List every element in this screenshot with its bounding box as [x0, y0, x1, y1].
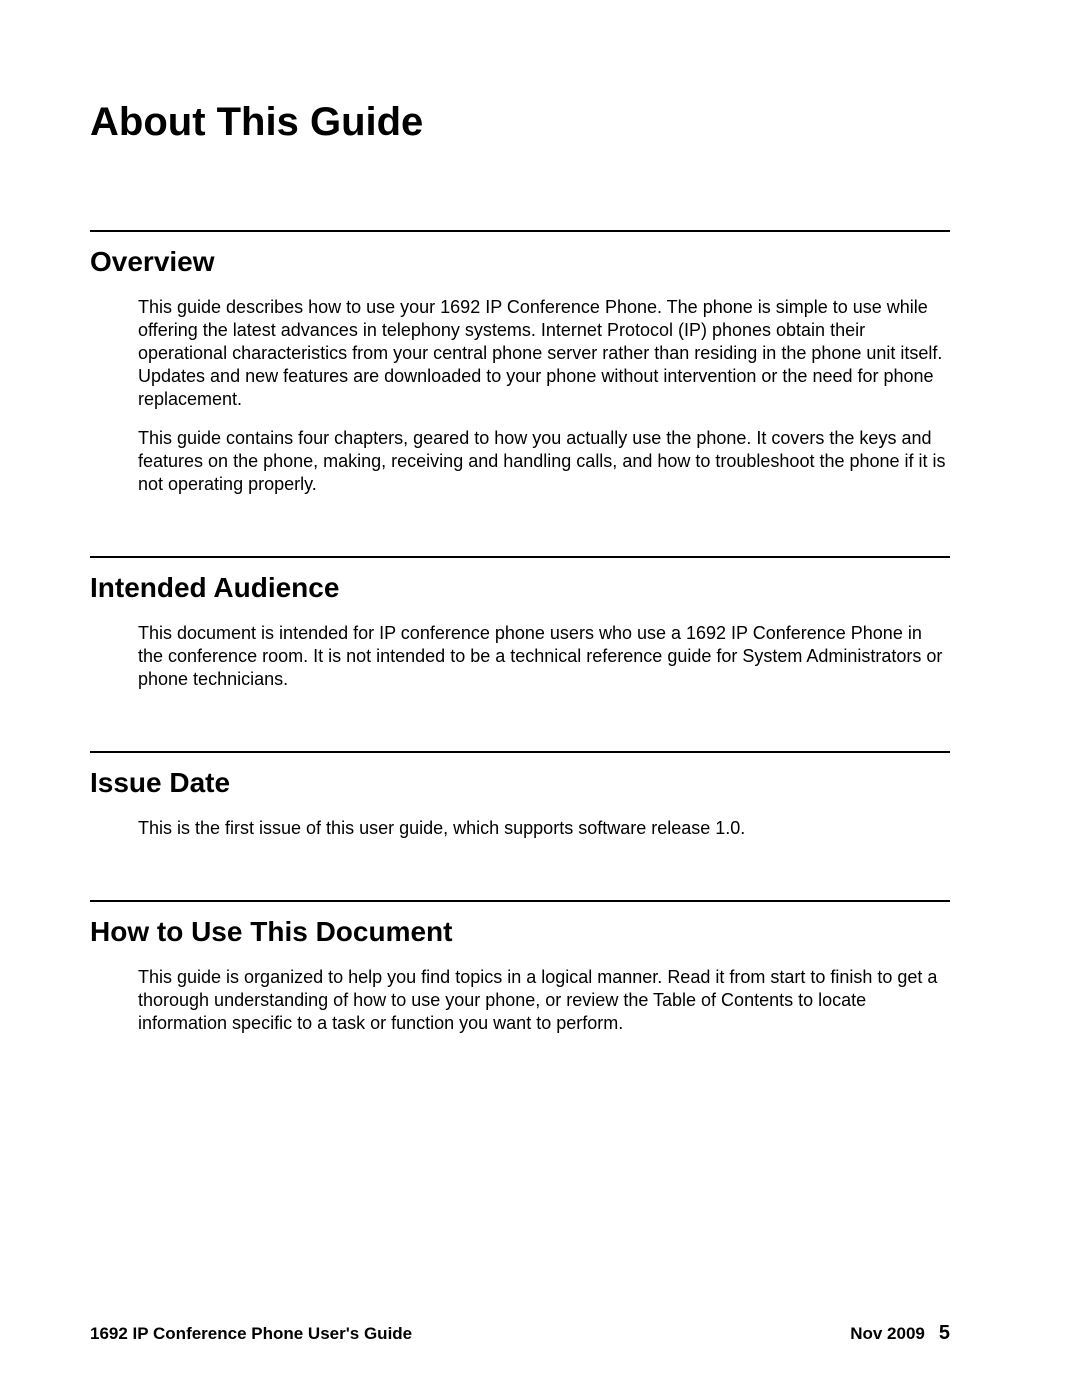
section-heading: How to Use This Document [90, 916, 950, 948]
section-overview: Overview This guide describes how to use… [90, 230, 950, 496]
body-paragraph: This guide describes how to use your 169… [138, 296, 950, 411]
body-paragraph: This guide contains four chapters, geare… [138, 427, 950, 496]
footer-doc-title: 1692 IP Conference Phone User's Guide [90, 1324, 412, 1344]
section-rule [90, 230, 950, 232]
page-footer: 1692 IP Conference Phone User's Guide No… [90, 1322, 950, 1345]
section-heading: Overview [90, 246, 950, 278]
chapter-title: About This Guide [90, 100, 950, 145]
body-paragraph: This is the first issue of this user gui… [138, 817, 950, 840]
footer-date: Nov 2009 [850, 1324, 925, 1344]
body-paragraph: This document is intended for IP confere… [138, 622, 950, 691]
body-paragraph: This guide is organized to help you find… [138, 966, 950, 1035]
section-rule [90, 751, 950, 753]
section-intended-audience: Intended Audience This document is inten… [90, 556, 950, 691]
section-how-to-use: How to Use This Document This guide is o… [90, 900, 950, 1035]
section-heading: Issue Date [90, 767, 950, 799]
footer-right: Nov 2009 5 [850, 1322, 950, 1345]
section-heading: Intended Audience [90, 572, 950, 604]
page-content: About This Guide Overview This guide des… [90, 100, 950, 1095]
section-rule [90, 900, 950, 902]
footer-page-number: 5 [939, 1322, 950, 1345]
section-rule [90, 556, 950, 558]
section-issue-date: Issue Date This is the first issue of th… [90, 751, 950, 840]
